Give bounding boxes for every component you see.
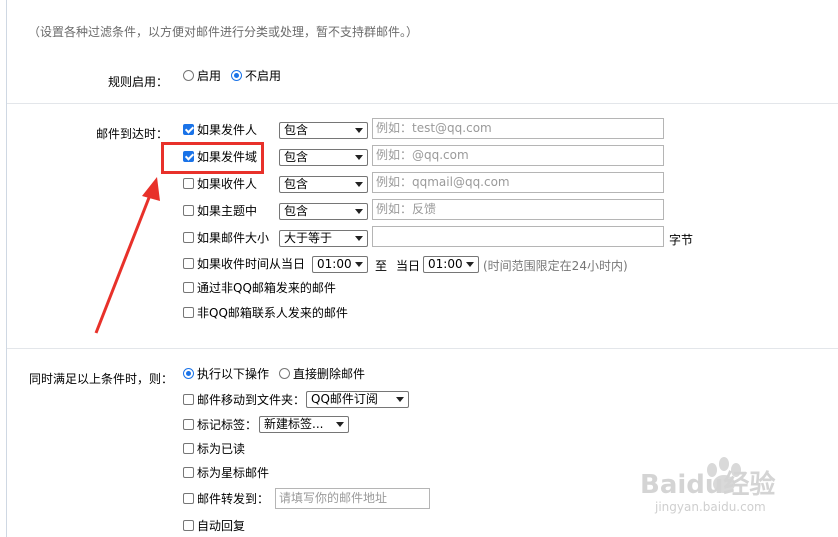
baidu-watermark-url: jingyan.baidu.com bbox=[655, 500, 766, 514]
baidu-logo-text: Baidu经验 bbox=[640, 470, 776, 500]
